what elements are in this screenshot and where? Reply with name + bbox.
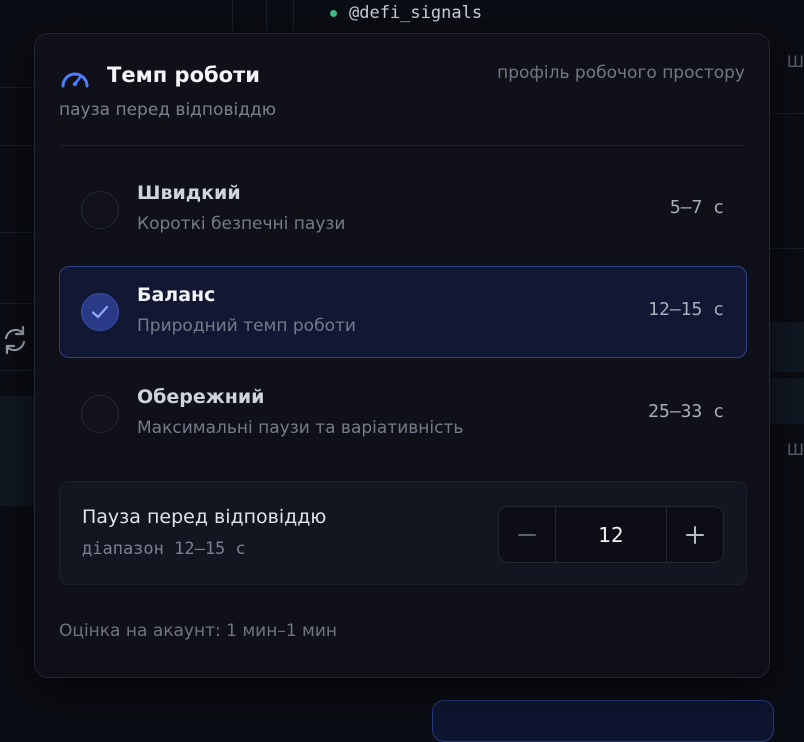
pace-option-balance[interactable]: Баланс Природний темп роботи 12–15 с	[59, 266, 747, 358]
option-description: Природний темп роботи	[137, 316, 356, 336]
minus-icon	[518, 533, 536, 536]
refresh-icon[interactable]	[0, 324, 30, 356]
option-description: Короткі безпечні паузи	[137, 214, 346, 234]
bg-edge-label: Ш	[786, 440, 804, 459]
pace-option-careful[interactable]: Обережний Максимальні паузи та варіативн…	[59, 368, 747, 460]
option-range: 25–33 с	[648, 401, 724, 422]
bg-divider	[0, 232, 34, 233]
speedometer-icon	[59, 64, 91, 92]
bg-divider	[0, 87, 34, 88]
option-name: Швидкий	[137, 182, 241, 204]
panel-subtitle: пауза перед відповіддю	[59, 100, 277, 120]
account-estimate: Оцінка на акаунт: 1 мин–1 мин	[59, 621, 338, 641]
pause-stepper: 12	[498, 506, 724, 563]
plus-icon	[686, 525, 704, 544]
bg-divider	[0, 303, 34, 304]
bg-divider	[0, 145, 34, 146]
radio-unchecked-icon[interactable]	[81, 395, 119, 433]
bg-account-handle: @defi_signals	[330, 0, 482, 26]
pause-title: Пауза перед відповіддю	[82, 506, 327, 528]
check-icon	[91, 305, 109, 319]
panel-title: Темп роботи	[107, 63, 260, 87]
bg-divider	[770, 113, 804, 114]
bg-primary-button[interactable]	[432, 700, 774, 742]
option-description: Максимальні паузи та варіативність	[137, 418, 464, 438]
radio-checked-icon[interactable]	[81, 293, 119, 331]
work-pace-panel: Темп роботи профіль робочого простору па…	[34, 33, 770, 678]
pause-value-input[interactable]: 12	[556, 507, 666, 562]
bg-row	[770, 322, 804, 372]
bg-handle-text: @defi_signals	[349, 3, 483, 23]
pace-option-fast[interactable]: Швидкий Короткі безпечні паузи 5–7 с	[59, 164, 747, 256]
pause-range-label: діапазон 12–15 с	[82, 539, 246, 559]
bg-edge-label: Ш	[786, 52, 804, 71]
increment-button[interactable]	[666, 507, 723, 562]
option-name: Обережний	[137, 386, 265, 408]
pause-setting-card: Пауза перед відповіддю діапазон 12–15 с …	[59, 481, 747, 585]
option-name: Баланс	[137, 284, 216, 306]
option-range: 5–7 с	[669, 197, 724, 218]
bg-divider	[0, 370, 34, 371]
online-dot-icon	[330, 9, 337, 17]
decrement-button[interactable]	[499, 507, 556, 562]
option-range: 12–15 с	[648, 299, 724, 320]
bg-divider	[770, 248, 804, 249]
bg-selected-row	[0, 396, 34, 506]
header-divider	[59, 145, 745, 146]
radio-unchecked-icon[interactable]	[81, 191, 119, 229]
scope-label: профіль робочого простору	[497, 63, 745, 83]
bg-row	[770, 378, 804, 424]
